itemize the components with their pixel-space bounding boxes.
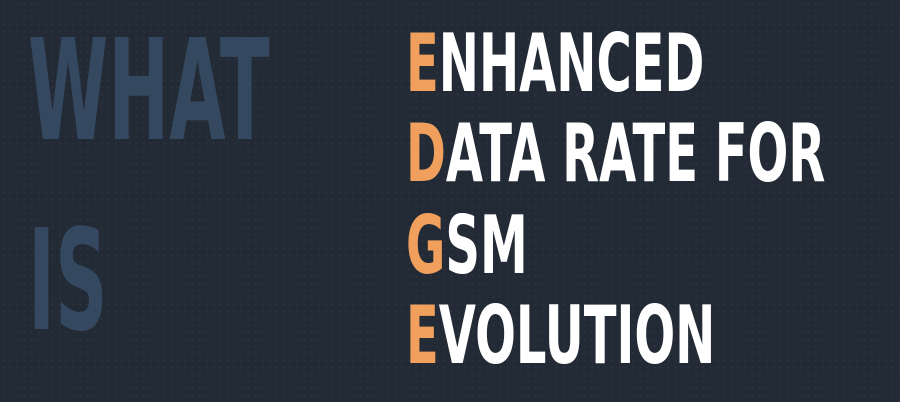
acronym-line-gsm: GSM [406,206,528,286]
heading-word-what: WHAT [28,10,270,173]
acronym-line-data-rate-for: DATA RATE FOR [406,114,825,194]
acronym-line-text: ATA RATE FOR [445,107,826,200]
acronym-line-text: NHANCED [438,17,705,110]
acronym-initial: E [406,289,439,382]
acronym-initial: G [406,199,446,292]
acronym-expansion: ENHANCED DATA RATE FOR GSM EVOLUTION [406,24,886,384]
what-is-heading: WHAT IS [28,22,368,382]
acronym-line-text: SM [445,199,528,292]
acronym-initial: D [406,107,446,200]
edge-infographic-banner: WHAT IS ENHANCED DATA RATE FOR GSM EVOLU… [0,0,900,402]
heading-word-is: IS [28,200,108,363]
acronym-line-evolution: EVOLUTION [406,296,715,376]
acronym-line-enhanced: ENHANCED [406,24,704,104]
acronym-line-text: VOLUTION [438,289,716,382]
acronym-initial: E [406,17,439,110]
